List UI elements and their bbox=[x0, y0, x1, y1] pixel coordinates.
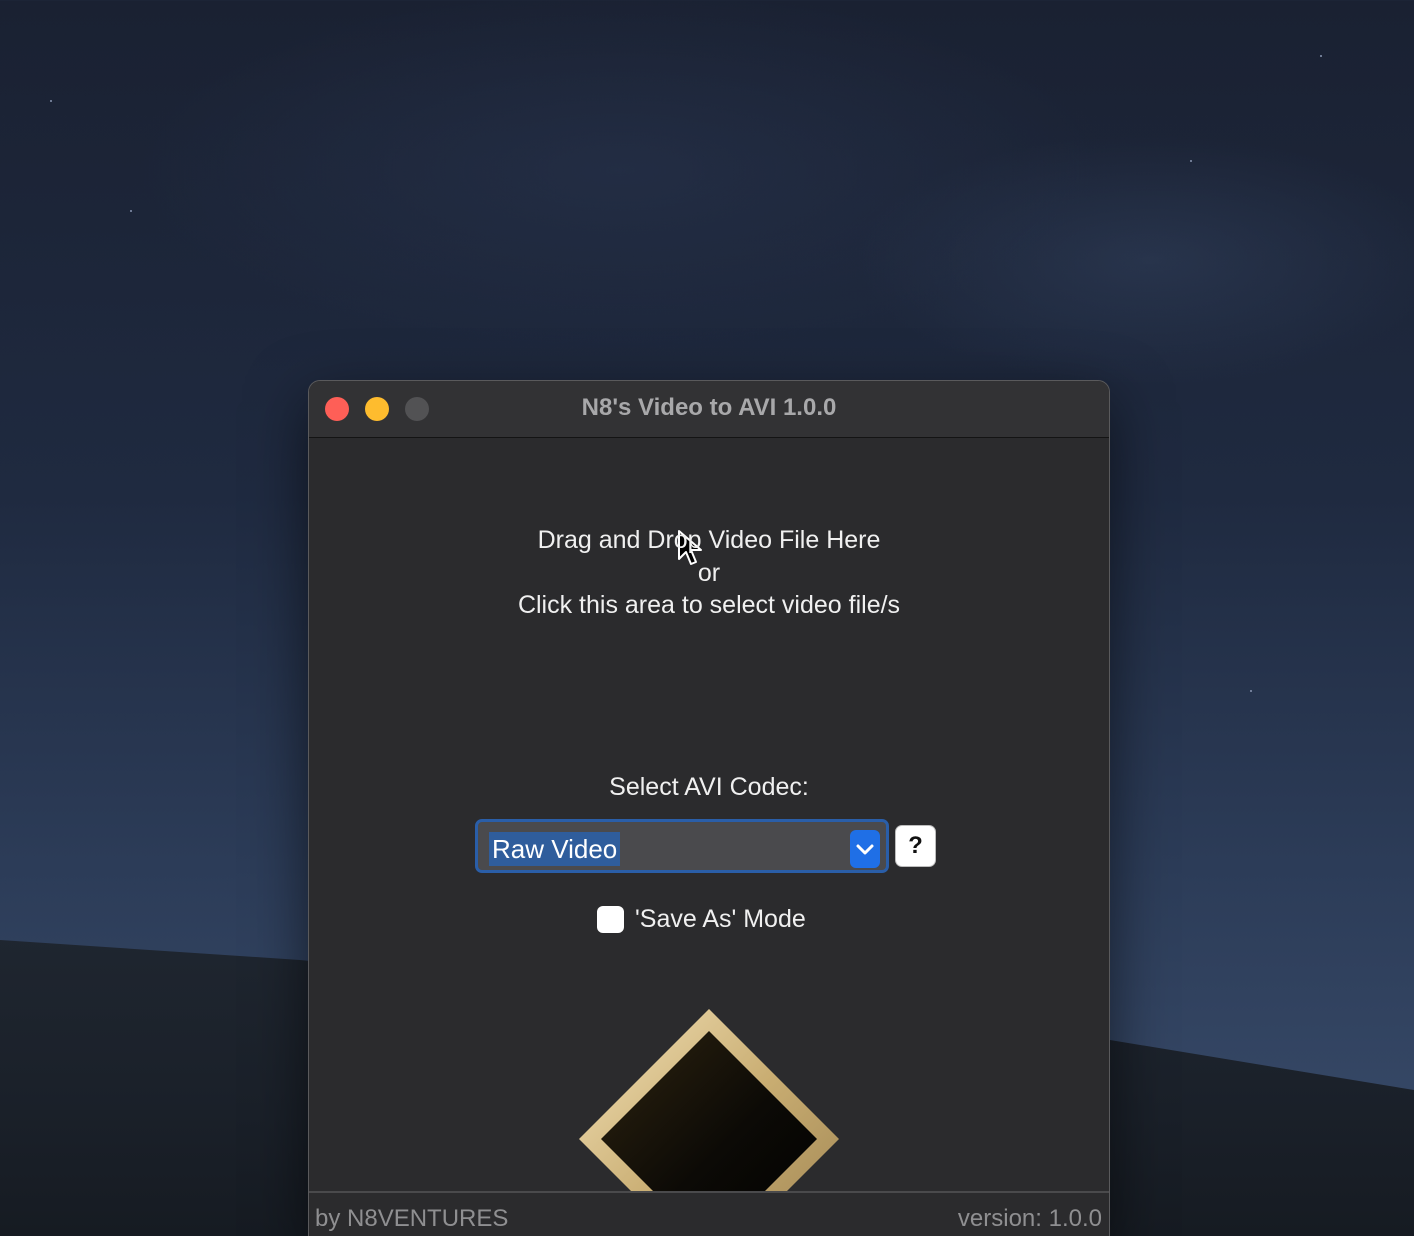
drop-zone[interactable]: Drag and Drop Video File Here or Click t… bbox=[309, 438, 1109, 728]
star bbox=[1320, 55, 1322, 57]
app-logo-icon bbox=[579, 1009, 839, 1191]
codec-label: Select AVI Codec: bbox=[609, 773, 809, 801]
star bbox=[1250, 690, 1252, 692]
chevron-down-icon[interactable] bbox=[850, 830, 880, 868]
save-as-checkbox[interactable] bbox=[597, 906, 624, 933]
click-instruction: Click this area to select video file/s bbox=[517, 591, 901, 619]
title-bar[interactable]: N8's Video to AVI 1.0.0 bbox=[309, 381, 1109, 438]
codec-help-button[interactable]: ? bbox=[895, 825, 936, 867]
app-window: N8's Video to AVI 1.0.0 Drag and Drop Vi… bbox=[308, 380, 1110, 1236]
star bbox=[130, 210, 132, 212]
status-footer: by N8VENTURES version: 1.0.0 bbox=[309, 1191, 1109, 1236]
codec-select-field[interactable]: Raw Video bbox=[481, 825, 883, 868]
codec-select[interactable]: Raw Video bbox=[475, 819, 889, 873]
version-label: version: 1.0.0 bbox=[957, 1205, 1102, 1232]
star bbox=[50, 100, 52, 102]
window-title: N8's Video to AVI 1.0.0 bbox=[581, 394, 837, 421]
drop-or-text: or bbox=[697, 559, 721, 587]
star bbox=[1190, 160, 1192, 162]
drop-instruction: Drag and Drop Video File Here bbox=[537, 526, 881, 554]
save-as-label[interactable]: 'Save As' Mode bbox=[635, 905, 806, 934]
author-credit: by N8VENTURES bbox=[315, 1205, 509, 1232]
codec-selected-value: Raw Video bbox=[489, 832, 621, 866]
